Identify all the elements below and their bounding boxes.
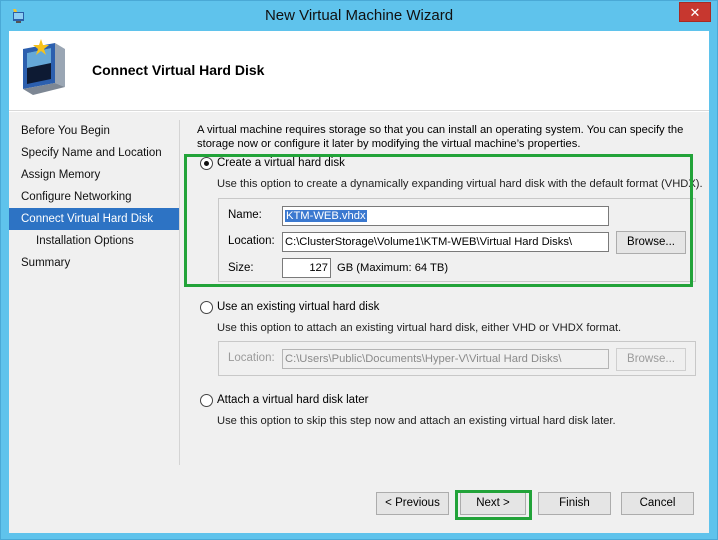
title-bar[interactable]: New Virtual Machine Wizard ✕ (1, 1, 717, 31)
next-button[interactable]: Next > (460, 492, 526, 515)
page-title: Connect Virtual Hard Disk (92, 62, 265, 78)
wizard-header: Connect Virtual Hard Disk (9, 31, 709, 111)
wizard-body: Before You Begin Specify Name and Locati… (9, 112, 709, 533)
size-unit-label: GB (Maximum: 64 TB) (337, 262, 449, 274)
step-before-you-begin[interactable]: Before You Begin (9, 120, 179, 142)
step-specify-name-location[interactable]: Specify Name and Location (9, 142, 179, 164)
step-connect-virtual-hard-disk[interactable]: Connect Virtual Hard Disk (9, 208, 179, 230)
vhd-name-input[interactable]: KTM-WEB.vhdx (282, 206, 609, 226)
intro-line-1: A virtual machine requires storage so th… (197, 124, 684, 136)
vhd-location-input[interactable]: C:\ClusterStorage\Volume1\KTM-WEB\Virtua… (282, 232, 609, 252)
intro-text: A virtual machine requires storage so th… (197, 123, 697, 151)
size-label: Size: (228, 262, 254, 274)
wizard-window: New Virtual Machine Wizard ✕ Connect Vir… (0, 0, 718, 540)
existing-vhd-radio[interactable] (200, 301, 213, 314)
previous-button[interactable]: < Previous (376, 492, 449, 515)
existing-location-label: Location: (228, 352, 275, 364)
existing-vhd-label[interactable]: Use an existing virtual hard disk (217, 301, 379, 313)
existing-vhd-group: Location: C:\Users\Public\Documents\Hype… (218, 341, 696, 376)
vhd-size-input[interactable]: 127 (282, 258, 331, 278)
window-title: New Virtual Machine Wizard (264, 7, 454, 24)
existing-location-input[interactable]: C:\Users\Public\Documents\Hyper-V\Virtua… (282, 349, 609, 369)
name-label: Name: (228, 209, 262, 221)
wizard-client-area: Connect Virtual Hard Disk Before You Beg… (9, 31, 709, 533)
create-vhd-radio[interactable] (200, 157, 213, 170)
browse-button[interactable]: Browse... (616, 231, 686, 254)
location-label: Location: (228, 235, 275, 247)
existing-browse-button[interactable]: Browse... (616, 348, 686, 371)
attach-later-description: Use this option to skip this step now an… (217, 415, 616, 427)
close-button[interactable]: ✕ (679, 2, 711, 22)
existing-vhd-description: Use this option to attach an existing vi… (217, 322, 622, 334)
create-vhd-label[interactable]: Create a virtual hard disk (217, 157, 345, 169)
attach-later-radio[interactable] (200, 394, 213, 407)
intro-line-2: storage now or configure it later by mod… (197, 138, 581, 150)
create-vhd-description: Use this option to create a dynamically … (217, 178, 703, 190)
step-assign-memory[interactable]: Assign Memory (9, 164, 179, 186)
wizard-content: A virtual machine requires storage so th… (197, 112, 703, 472)
step-configure-networking[interactable]: Configure Networking (9, 186, 179, 208)
step-summary[interactable]: Summary (9, 252, 179, 274)
cancel-button[interactable]: Cancel (621, 492, 694, 515)
finish-button[interactable]: Finish (538, 492, 611, 515)
step-installation-options[interactable]: Installation Options (9, 230, 179, 252)
new-virtual-machine-icon (23, 39, 65, 95)
wizard-step-list: Before You Begin Specify Name and Locati… (9, 120, 180, 465)
attach-later-label[interactable]: Attach a virtual hard disk later (217, 394, 369, 406)
create-vhd-group: Name: KTM-WEB.vhdx Location: C:\ClusterS… (218, 198, 696, 282)
vhd-name-value: KTM-WEB.vhdx (285, 210, 367, 222)
